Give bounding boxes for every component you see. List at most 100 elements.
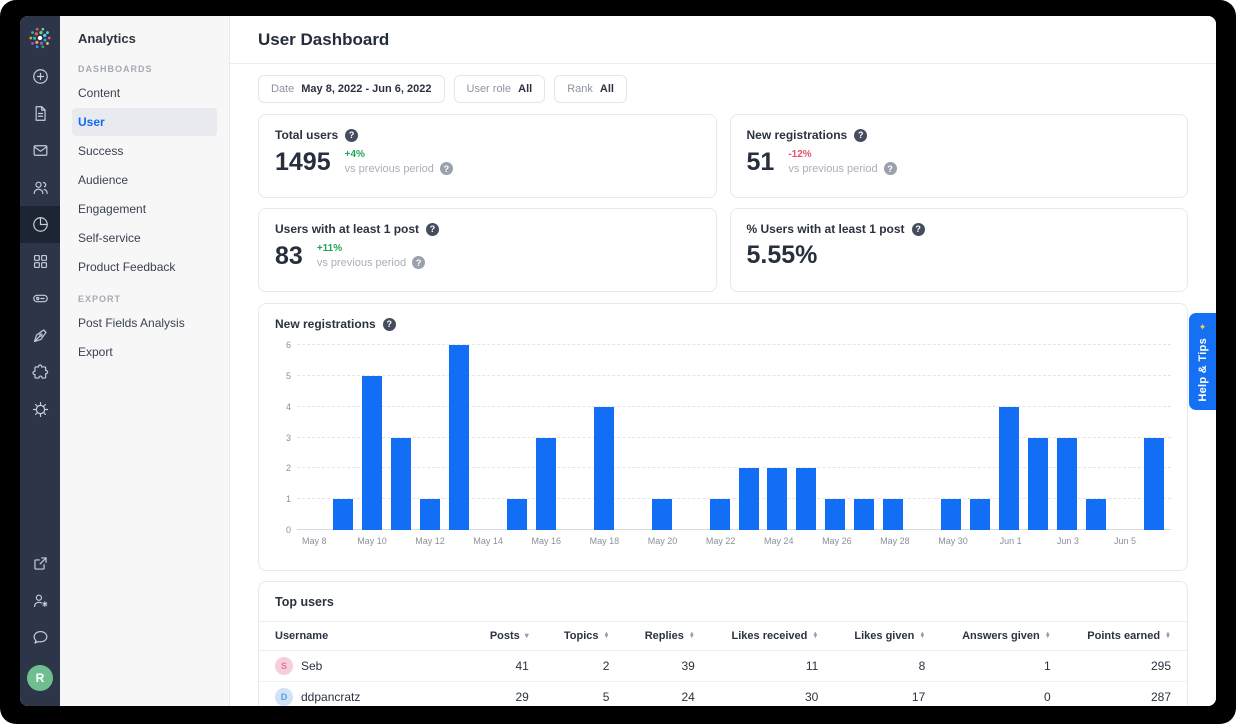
table-row-ddpancratz: Dddpancratz2952430170287 [259, 682, 1187, 707]
bar-may-16[interactable] [536, 438, 556, 531]
create-plus-icon[interactable] [20, 58, 60, 95]
x-tick-label: May 14 [473, 536, 503, 546]
apps-grid-icon[interactable] [20, 243, 60, 280]
bar-may-22[interactable] [710, 499, 730, 530]
badge-pill-icon[interactable] [20, 280, 60, 317]
chat-icon[interactable] [20, 619, 60, 656]
bar-may-23[interactable] [739, 468, 759, 530]
x-tick-label: May 30 [938, 536, 968, 546]
bar-jun-6[interactable] [1144, 438, 1164, 531]
bar-may-10[interactable] [362, 376, 382, 530]
section-label-export: EXPORT [60, 294, 229, 304]
pie-chart-icon[interactable] [20, 206, 60, 243]
cell-value: 287 [1067, 682, 1187, 707]
external-link-icon[interactable] [20, 545, 60, 582]
bar-may-13[interactable] [449, 345, 469, 530]
pen-tag-icon[interactable] [20, 317, 60, 354]
column-header-points-earned[interactable]: Points earned▲▼ [1067, 622, 1187, 651]
help-tips-tab[interactable]: ✦ Help & Tips [1189, 313, 1216, 410]
app-logo-icon[interactable] [27, 25, 53, 51]
bar-slot-may-10 [358, 345, 387, 530]
page-header: User Dashboard [230, 16, 1216, 64]
sidebar-item-post-fields-analysis[interactable]: Post Fields Analysis [72, 309, 217, 337]
mail-icon[interactable] [20, 132, 60, 169]
help-icon[interactable]: ? [426, 223, 439, 236]
sidebar-item-self-service[interactable]: Self-service [72, 224, 217, 252]
bar-may-30[interactable] [941, 499, 961, 530]
bar-may-26[interactable] [825, 499, 845, 530]
bar-may-28[interactable] [883, 499, 903, 530]
user-settings-icon[interactable] [20, 582, 60, 619]
page-content: DateMay 8, 2022 - Jun 6, 2022 User roleAl… [230, 64, 1216, 706]
bar-may-27[interactable] [854, 499, 874, 530]
stat-title: % Users with at least 1 post [747, 222, 905, 236]
bar-may-31[interactable] [970, 499, 990, 530]
column-header-answers-given[interactable]: Answers given▲▼ [941, 622, 1066, 651]
bar-slot-may-13 [445, 345, 474, 530]
sidebar-item-content[interactable]: Content [72, 79, 217, 107]
column-header-likes-received[interactable]: Likes received▲▼ [711, 622, 835, 651]
bar-jun-2[interactable] [1028, 438, 1048, 531]
sidebar-item-export[interactable]: Export [72, 338, 217, 366]
x-tick-label: Jun 3 [1054, 536, 1083, 546]
sidebar-item-audience[interactable]: Audience [72, 166, 217, 194]
bar-may-20[interactable] [652, 499, 672, 530]
filter-rank[interactable]: RankAll [554, 75, 627, 103]
stat-value: 83 [275, 244, 303, 269]
sidebar-item-product-feedback[interactable]: Product Feedback [72, 253, 217, 281]
bar-may-11[interactable] [391, 438, 411, 531]
column-header-replies[interactable]: Replies▲▼ [625, 622, 710, 651]
help-icon[interactable]: ? [412, 256, 425, 269]
sidebar-item-engagement[interactable]: Engagement [72, 195, 217, 223]
bar-slot-may-25 [792, 345, 821, 530]
bar-may-25[interactable] [796, 468, 816, 530]
bar-may-12[interactable] [420, 499, 440, 530]
column-label: Topics [564, 630, 599, 642]
users-icon[interactable] [20, 169, 60, 206]
x-tick-label [793, 536, 822, 546]
y-tick-label: 5 [286, 371, 291, 381]
bar-jun-4[interactable] [1086, 499, 1106, 530]
bar-jun-3[interactable] [1057, 438, 1077, 531]
bar-may-15[interactable] [507, 499, 527, 530]
main-panel: User Dashboard DateMay 8, 2022 - Jun 6, … [230, 16, 1216, 706]
cell-value: 11 [711, 651, 835, 682]
cell-value: 30 [711, 682, 835, 707]
column-header-topics[interactable]: Topics▲▼ [545, 622, 626, 651]
cell-value: 8 [834, 651, 941, 682]
bar-columns [297, 345, 1171, 530]
filter-date[interactable]: DateMay 8, 2022 - Jun 6, 2022 [258, 75, 445, 103]
stat-delta: +11% [317, 243, 425, 254]
settings-gear-icon[interactable] [20, 391, 60, 428]
document-icon[interactable] [20, 95, 60, 132]
bar-slot-jun-3 [1052, 345, 1081, 530]
help-icon[interactable]: ? [383, 318, 396, 331]
help-icon[interactable]: ? [912, 223, 925, 236]
column-header-posts[interactable]: Posts▾ [471, 622, 545, 651]
sidebar-item-success[interactable]: Success [72, 137, 217, 165]
x-tick-label: May 28 [880, 536, 910, 546]
x-tick-label: May 12 [415, 536, 445, 546]
help-icon[interactable]: ? [854, 129, 867, 142]
filter-user-role[interactable]: User roleAll [454, 75, 546, 103]
row-avatar: D [275, 688, 293, 706]
sort-icon: ▲▼ [689, 633, 695, 640]
x-tick-label: May 24 [764, 536, 794, 546]
help-icon[interactable]: ? [345, 129, 358, 142]
stat-note: vs previous period [317, 257, 406, 269]
bar-may-9[interactable] [333, 499, 353, 530]
x-tick-label [968, 536, 997, 546]
sidebar-item-user[interactable]: User [72, 108, 217, 136]
user-avatar[interactable]: R [27, 665, 53, 691]
chart-y-axis: 0123456 [275, 345, 297, 530]
bar-may-24[interactable] [767, 468, 787, 530]
bar-may-18[interactable] [594, 407, 614, 530]
help-icon[interactable]: ? [884, 162, 897, 175]
column-header-username[interactable]: Username [259, 622, 471, 651]
help-icon[interactable]: ? [440, 162, 453, 175]
sort-icon: ▲▼ [1045, 633, 1051, 640]
bar-jun-1[interactable] [999, 407, 1019, 530]
puzzle-icon[interactable] [20, 354, 60, 391]
bar-slot-may-16 [532, 345, 561, 530]
column-header-likes-given[interactable]: Likes given▲▼ [834, 622, 941, 651]
